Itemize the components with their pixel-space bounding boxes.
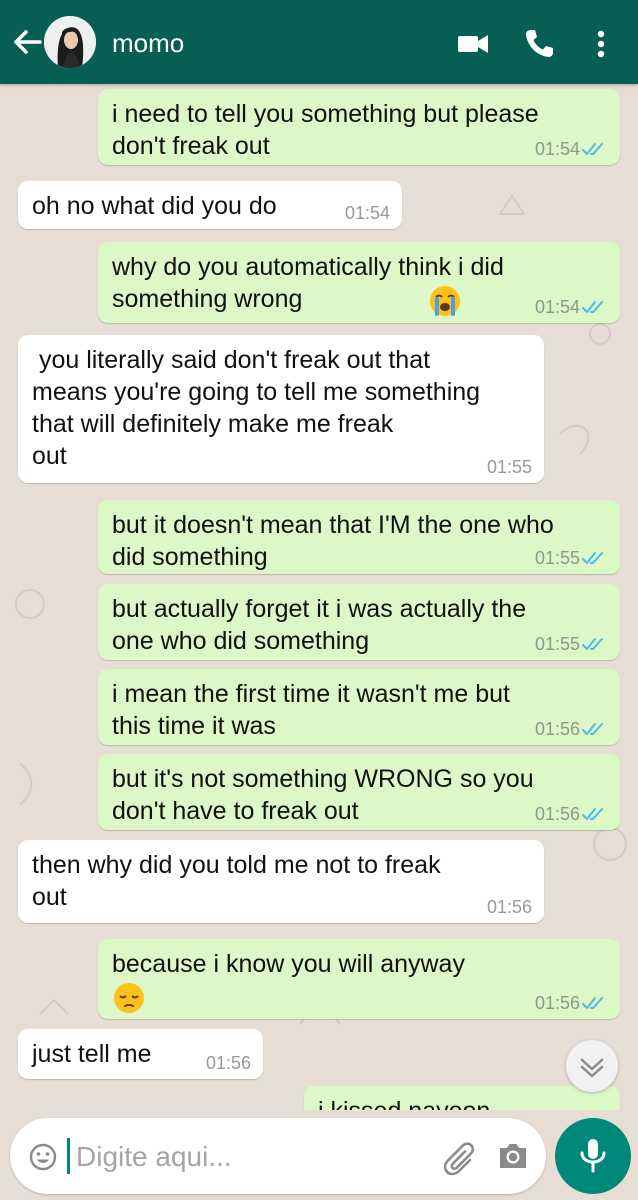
message-list[interactable]: i need to tell you something but please … <box>0 84 638 1110</box>
scroll-to-bottom-button[interactable] <box>566 1040 618 1092</box>
message-meta: 01:56 <box>487 897 532 917</box>
microphone-icon <box>580 1139 606 1173</box>
message-text: i kissed nayeon <box>318 1095 490 1110</box>
message-meta: 01:55 <box>535 634 608 654</box>
message-meta: 01:55 <box>535 548 608 568</box>
message-time: 01:54 <box>344 203 390 223</box>
outgoing-message[interactable]: i need to tell you something but please … <box>98 89 620 165</box>
outgoing-message[interactable]: i mean the first time it wasn't me but t… <box>98 669 620 745</box>
read-receipt-icon <box>580 634 608 654</box>
read-receipt-icon <box>580 719 608 739</box>
incoming-message[interactable]: just tell me 01:56 <box>18 1029 263 1079</box>
video-call-icon <box>458 35 488 53</box>
camera-icon <box>500 1144 526 1168</box>
more-vert-icon <box>597 30 605 58</box>
message-text: but it's not something WRONG so you don'… <box>112 765 534 825</box>
outgoing-message[interactable]: because i know you will anyway 01:56 <box>98 939 620 1019</box>
pensive-face-emoji <box>112 981 146 1023</box>
voice-call-button[interactable] <box>521 26 557 62</box>
message-time: 01:56 <box>534 993 580 1013</box>
paperclip-icon <box>443 1142 475 1176</box>
avatar[interactable] <box>44 16 96 68</box>
incoming-message[interactable]: oh no what did you do 01:54 <box>18 181 402 229</box>
emoji-button[interactable] <box>28 1142 58 1177</box>
attach-button[interactable] <box>443 1138 480 1183</box>
incoming-message[interactable]: then why did you told me not to freak ou… <box>18 840 544 923</box>
message-time: 01:54 <box>534 139 580 159</box>
message-meta: 01:56 <box>535 804 608 824</box>
read-receipt-icon <box>580 297 608 317</box>
message-text: then why did you told me not to freak ou… <box>32 851 441 911</box>
message-text: i mean the first time it wasn't me but t… <box>112 680 510 740</box>
message-time: 01:55 <box>534 634 580 654</box>
phone-icon <box>526 30 553 57</box>
outgoing-message[interactable]: why do you automatically think i did som… <box>98 242 620 323</box>
camera-button[interactable] <box>497 1140 529 1177</box>
incoming-message[interactable]: you literally said don't freak out that … <box>18 335 544 483</box>
outgoing-message[interactable]: but actually forget it i was actually th… <box>98 584 620 660</box>
read-receipt-icon <box>580 993 608 1013</box>
message-time: 01:56 <box>205 1053 251 1073</box>
message-text: because i know you will anyway <box>112 950 465 978</box>
more-options-button[interactable] <box>586 26 616 62</box>
message-meta: 01:54 <box>345 203 390 223</box>
read-receipt-icon <box>580 139 608 159</box>
message-text: just tell me <box>32 1040 152 1068</box>
message-time: 01:55 <box>486 457 532 477</box>
message-meta: 01:54 <box>535 139 608 159</box>
outgoing-message[interactable]: but it doesn't mean that I'M the one who… <box>98 500 620 574</box>
emoji-icon <box>29 1143 57 1171</box>
message-meta: 01:56 <box>535 993 608 1013</box>
message-time: 01:55 <box>534 548 580 568</box>
message-text: you literally said don't freak out that … <box>32 346 481 470</box>
message-input[interactable] <box>76 1138 436 1176</box>
message-text: but actually forget it i was actually th… <box>112 595 527 655</box>
message-meta: 01:56 <box>535 719 608 739</box>
voice-message-button[interactable] <box>555 1118 631 1194</box>
back-button[interactable] <box>10 24 44 60</box>
message-time: 01:56 <box>486 897 532 917</box>
message-time: 01:54 <box>534 297 580 317</box>
chevron-double-down-icon <box>580 1058 604 1078</box>
message-meta: 01:54 <box>535 297 608 317</box>
chat-header: momo <box>0 0 638 84</box>
contact-photo <box>44 16 96 68</box>
message-text: i need to tell you something but please … <box>112 100 539 160</box>
message-time: 01:56 <box>534 804 580 824</box>
message-meta: 01:55 <box>487 457 532 477</box>
loudly-crying-face-emoji <box>428 284 462 326</box>
read-receipt-icon <box>580 548 608 568</box>
composer <box>10 1118 546 1194</box>
text-cursor <box>67 1138 70 1174</box>
video-call-button[interactable] <box>455 26 491 62</box>
message-time: 01:56 <box>534 719 580 739</box>
message-text: but it doesn't mean that I'M the one who… <box>112 511 554 571</box>
read-receipt-icon <box>580 804 608 824</box>
arrow-left-icon <box>14 30 42 54</box>
message-text: oh no what did you do <box>32 192 277 220</box>
contact-name[interactable]: momo <box>112 28 184 59</box>
message-meta: 01:56 <box>206 1053 251 1073</box>
outgoing-message[interactable]: but it's not something WRONG so you don'… <box>98 754 620 830</box>
